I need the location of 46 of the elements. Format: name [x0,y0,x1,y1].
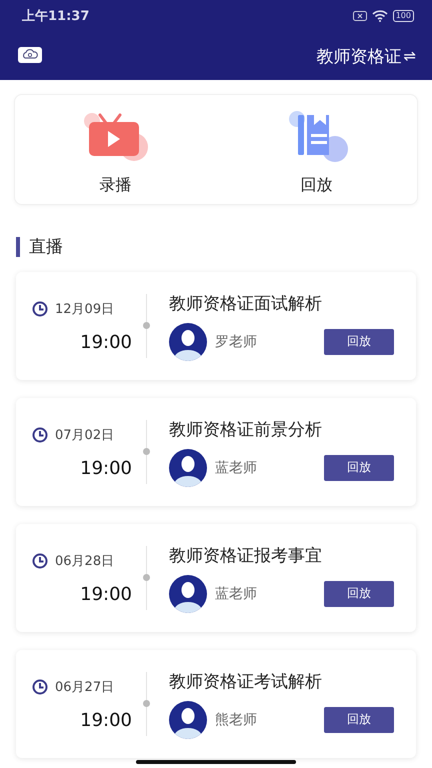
clock-icon [32,552,48,568]
clock-icon [32,426,48,442]
timeline-dot [143,574,150,581]
lesson-time: 19:00 [80,710,132,730]
avatar-icon [169,322,207,360]
lesson-date: 07月02日 [55,426,114,444]
lesson-time: 19:00 [80,458,132,478]
lesson-card[interactable]: 07月02日 19:00 教师资格证前景分析 蓝老师 回放 [16,398,416,506]
lesson-date: 12月09日 [55,300,114,318]
lesson-title: 教师资格证考试解析 [169,670,323,692]
avatar-icon [169,574,207,612]
replay-button[interactable]: 回放 [324,706,394,732]
lesson-time: 19:00 [80,584,132,604]
lesson-card[interactable]: 12月09日 19:00 教师资格证面试解析 罗老师 回放 [16,272,416,380]
teacher-name: 罗老师 [215,332,258,350]
app-logo-icon [18,47,42,65]
replay-button[interactable]: 回放 [324,454,394,480]
replay-button[interactable]: 回放 [324,580,394,606]
lesson-title: 教师资格证面试解析 [169,292,323,314]
clock-icon [32,300,48,316]
avatar-icon [169,448,207,486]
section-title: 直播 [29,236,63,258]
lesson-time: 19:00 [80,332,132,352]
teacher-name: 蓝老师 [215,584,258,602]
teacher-name: 蓝老师 [215,458,258,476]
timeline-dot [143,448,150,455]
lesson-card[interactable]: 06月27日 19:00 教师资格证考试解析 熊老师 回放 [16,650,416,758]
lesson-date: 06月27日 [55,678,114,696]
shortcut-label[interactable]: 录播 [100,175,132,196]
lesson-title: 教师资格证报考事宜 [169,544,323,566]
lesson-card[interactable]: 06月28日 19:00 教师资格证报考事宜 蓝老师 回放 [16,524,416,632]
lesson-date: 06月28日 [55,552,114,570]
avatar-icon [169,700,207,738]
sim-icon [352,11,367,21]
lesson-title: 教师资格证前景分析 [169,418,323,440]
clock-icon [32,678,48,694]
switch-button[interactable]: ⇌ [403,47,416,65]
shortcut-label[interactable]: 回放 [300,175,332,196]
header-title[interactable]: 教师资格证 [316,44,402,68]
timeline-dot [143,700,150,707]
teacher-name: 熊老师 [215,710,258,728]
status-time: 上午11:37 [22,8,90,25]
battery-level: 100 [392,10,414,22]
wifi-icon [372,10,388,22]
timeline-dot [143,322,150,329]
replay-button[interactable]: 回放 [324,328,394,354]
